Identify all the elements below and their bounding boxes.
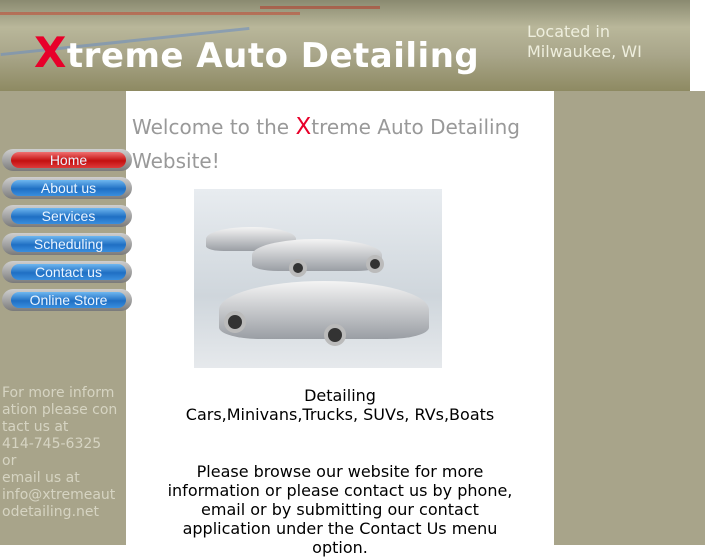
detailing-section: Detailing Cars,Minivans,Trucks, SUVs, RV… (160, 386, 520, 424)
right-sidebar (554, 91, 705, 545)
nav-label: Online Store (11, 292, 126, 308)
nav-label: Home (11, 152, 126, 168)
nav-online-store[interactable]: Online Store (2, 289, 132, 311)
browse-text: Please browse our website for more infor… (167, 462, 513, 557)
nav-label: Scheduling (11, 236, 126, 252)
location-line2: Milwaukee, WI (527, 42, 642, 61)
location-line1: Located in (527, 22, 610, 41)
nav-services[interactable]: Services (2, 205, 132, 227)
nav-about-us[interactable]: About us (2, 177, 132, 199)
contact-or: or (2, 453, 17, 469)
header-banner: Xtreme Auto Detailing Located in Milwauke… (0, 0, 690, 91)
title-x: X (34, 28, 67, 77)
site-title: Xtreme Auto Detailing (34, 28, 479, 77)
title-rest: treme Auto Detailing (66, 36, 480, 76)
nav-scheduling[interactable]: Scheduling (2, 233, 132, 255)
welcome-pre: Welcome to the (132, 115, 296, 139)
nav-label: Contact us (11, 264, 126, 280)
location: Located in Milwaukee, WI (527, 22, 642, 62)
detailing-title: Detailing (304, 386, 376, 405)
detailing-list: Cars,Minivans,Trucks, SUVs, RVs,Boats (185, 405, 495, 424)
sidebar-contact-info: For more information please contact us a… (2, 385, 122, 521)
welcome-heading: Welcome to the Xtreme Auto Detailing Web… (132, 110, 542, 178)
welcome-x: X (295, 114, 312, 140)
nav-home[interactable]: Home (2, 149, 132, 171)
nav-label: Services (11, 208, 126, 224)
contact-intro: For more information please contact us a… (2, 385, 118, 435)
nav-label: About us (11, 180, 126, 196)
contact-email[interactable]: info@xtremeautodetailing.net (2, 487, 122, 521)
nav-contact-us[interactable]: Contact us (2, 261, 132, 283)
contact-email-label: email us at (2, 470, 80, 486)
cars-photo (194, 189, 442, 368)
contact-phone: 414-745-6325 (2, 436, 102, 452)
